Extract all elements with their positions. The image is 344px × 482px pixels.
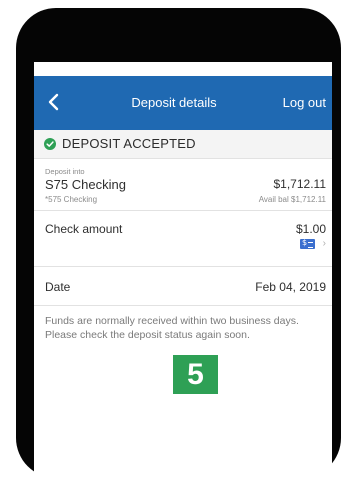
available-balance: Avail bal $1,712.11 <box>258 195 326 204</box>
check-circle-icon <box>44 138 56 150</box>
check-amount-label: Check amount <box>45 222 123 236</box>
check-amount-value: $1.00 <box>295 222 326 236</box>
step-badge: 5 <box>173 355 218 394</box>
date-value: Feb 04, 2019 <box>255 280 326 294</box>
funds-note: Funds are normally received within two b… <box>45 315 299 341</box>
date-label: Date <box>45 280 71 294</box>
chevron-left-icon <box>48 93 59 111</box>
nav-bar: Deposit details Log out <box>34 76 332 130</box>
phone-frame: Deposit details Log out DEPOSIT ACCEPTED… <box>16 8 341 482</box>
account-name: S75 Checking <box>45 177 126 192</box>
app-screen: Deposit details Log out DEPOSIT ACCEPTED… <box>34 62 332 482</box>
chevron-right-icon[interactable]: › <box>323 238 326 249</box>
deposit-account-section: Deposit into S75 Checking *575 Checking … <box>34 159 332 211</box>
logout-button[interactable]: Log out <box>283 95 326 110</box>
status-text: DEPOSIT ACCEPTED <box>62 136 196 151</box>
back-button[interactable] <box>40 88 68 116</box>
account-subtitle: *575 Checking <box>45 195 98 204</box>
account-balance: $1,712.11 <box>273 177 327 191</box>
deposit-into-label: Deposit into <box>45 167 85 176</box>
check-amount-section: Check amount $1.00 › <box>34 211 332 267</box>
check-image-icon[interactable] <box>300 238 315 249</box>
page-title: Deposit details <box>131 95 217 110</box>
status-banner: DEPOSIT ACCEPTED <box>34 130 332 159</box>
date-section: Date Feb 04, 2019 <box>34 267 332 306</box>
